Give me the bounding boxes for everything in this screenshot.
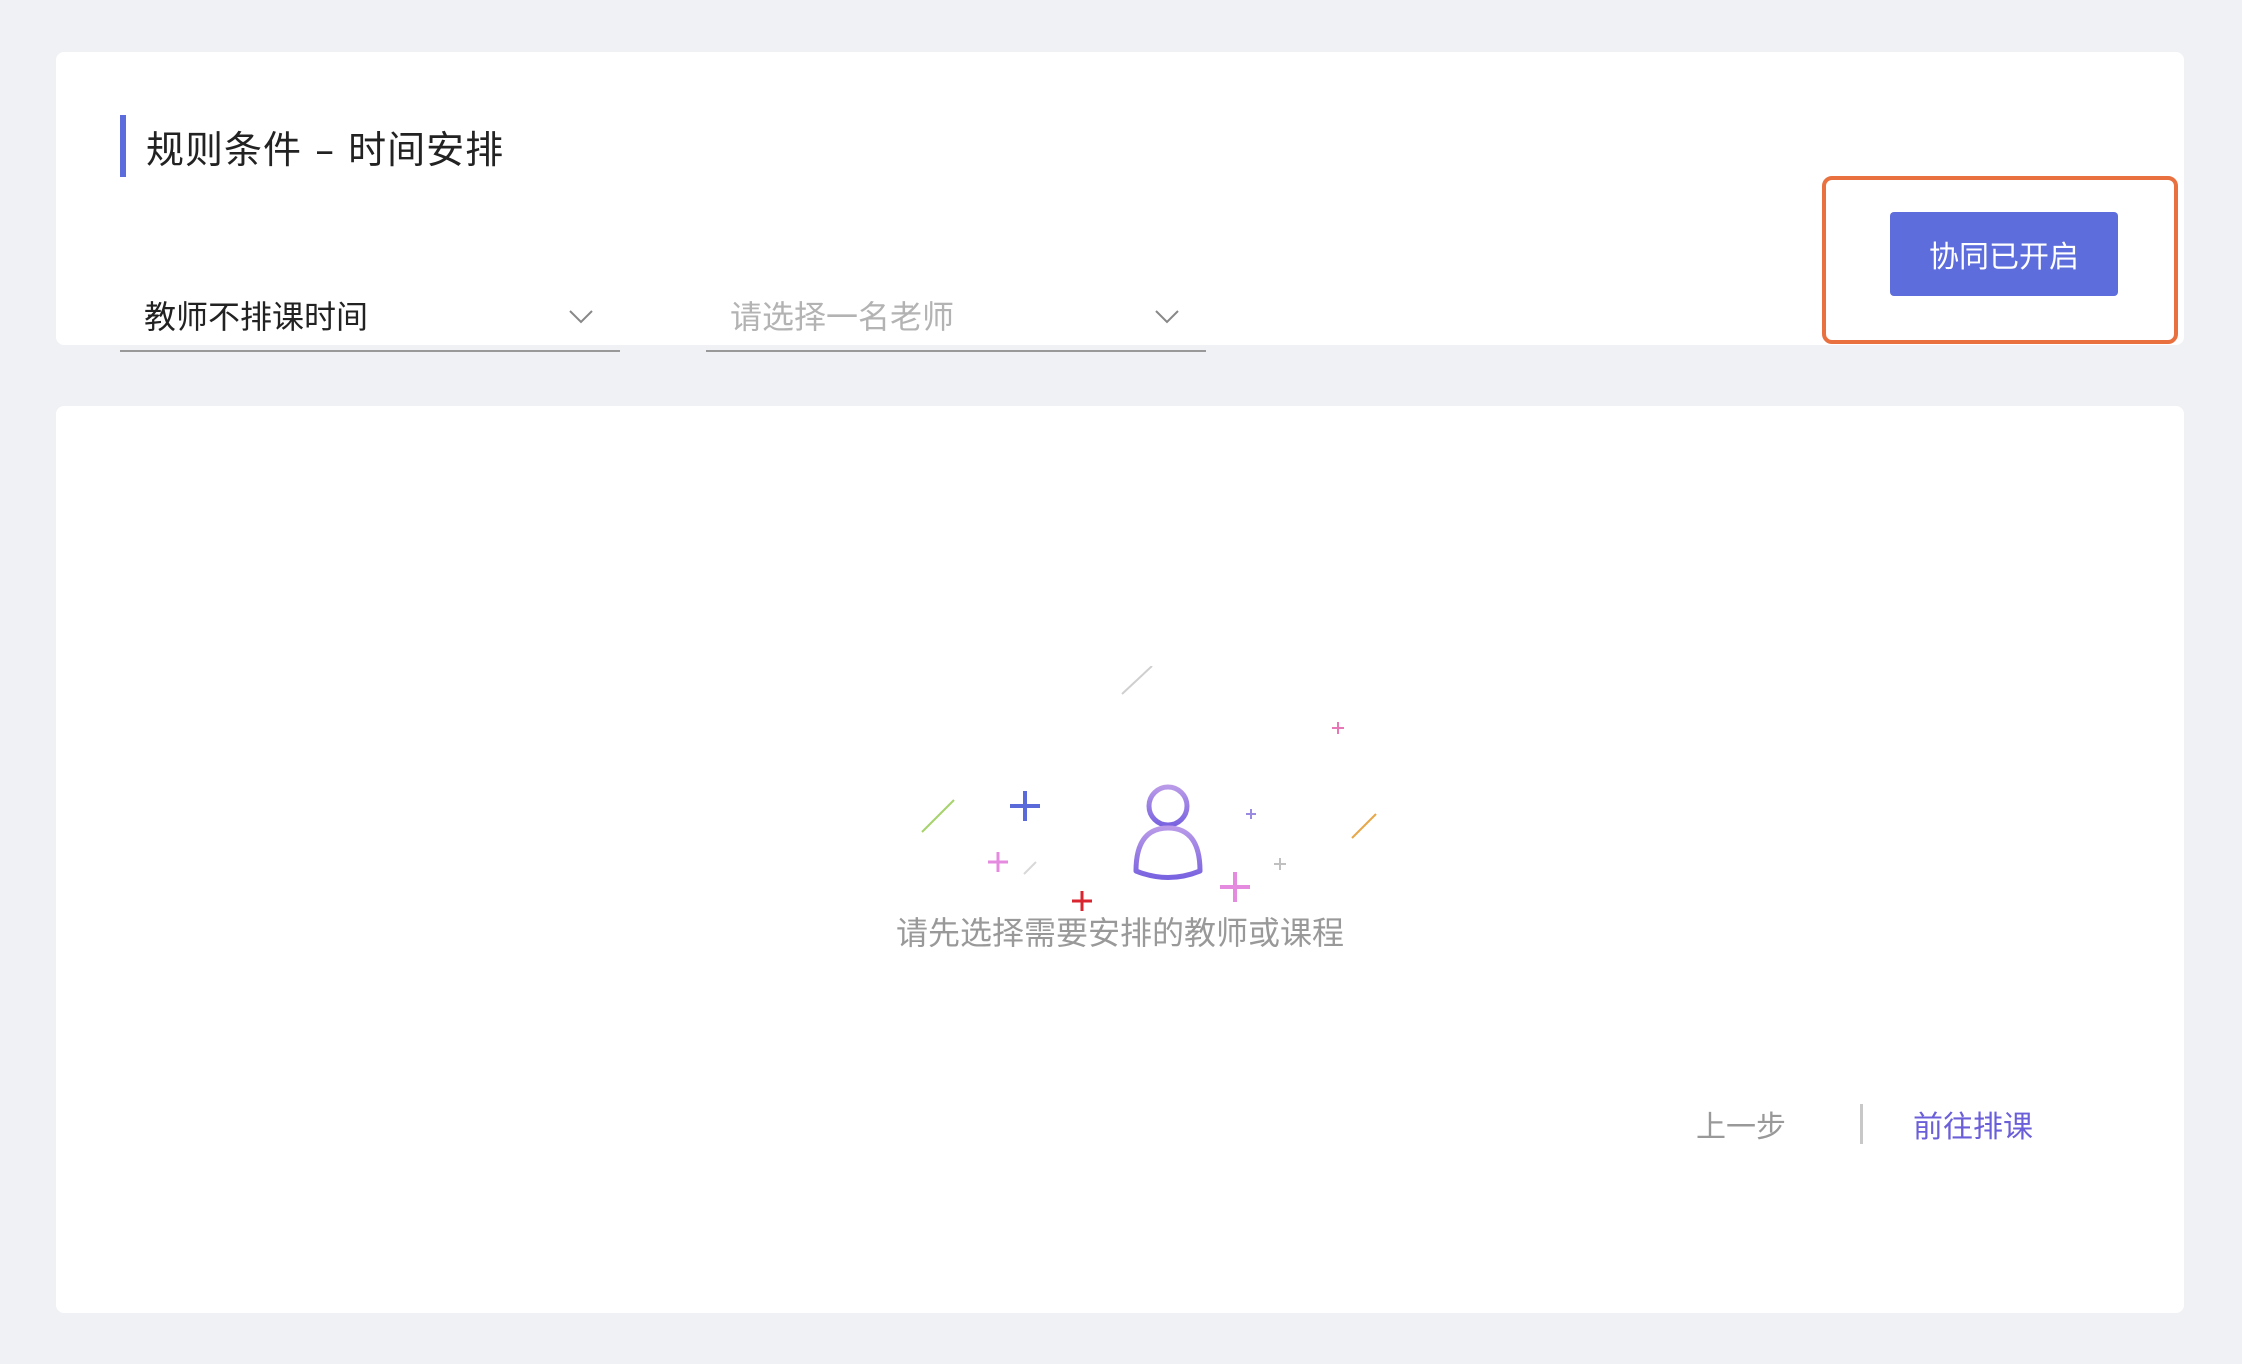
footer-actions: 上一步 前往排课 <box>1696 1102 2033 1146</box>
user-icon <box>1133 784 1203 880</box>
chevron-down-icon <box>566 302 596 332</box>
teacher-select-placeholder: 请选择一名老师 <box>730 298 955 336</box>
schedule-content-card: 请先选择需要安排的教师或课程 上一步 前往排课 <box>56 406 2184 1313</box>
page: 规则条件 – 时间安排 教师不排课时间 请选择一名老师 协同已开启 请先选择需要… <box>0 0 2242 1364</box>
rule-type-select-value: 教师不排课时间 <box>144 298 369 336</box>
empty-state-message: 请先选择需要安排的教师或课程 <box>895 914 1344 952</box>
rule-type-select[interactable]: 教师不排课时间 <box>120 284 620 352</box>
go-to-scheduling-link[interactable]: 前往排课 <box>1913 1102 2033 1146</box>
prev-step-link[interactable]: 上一步 <box>1696 1102 1786 1146</box>
title-accent-bar <box>120 115 126 177</box>
teacher-select[interactable]: 请选择一名老师 <box>706 284 1206 352</box>
rule-settings-card: 规则条件 – 时间安排 教师不排课时间 请选择一名老师 协同已开启 <box>56 52 2184 352</box>
chevron-down-icon <box>1152 302 1182 332</box>
footer-divider <box>1860 1104 1863 1144</box>
page-title: 规则条件 – 时间安排 <box>120 114 504 178</box>
empty-state-illustration <box>846 665 1406 926</box>
page-title-text: 规则条件 – 时间安排 <box>146 127 505 172</box>
collaboration-toggle-button[interactable]: 协同已开启 <box>1890 212 2118 296</box>
